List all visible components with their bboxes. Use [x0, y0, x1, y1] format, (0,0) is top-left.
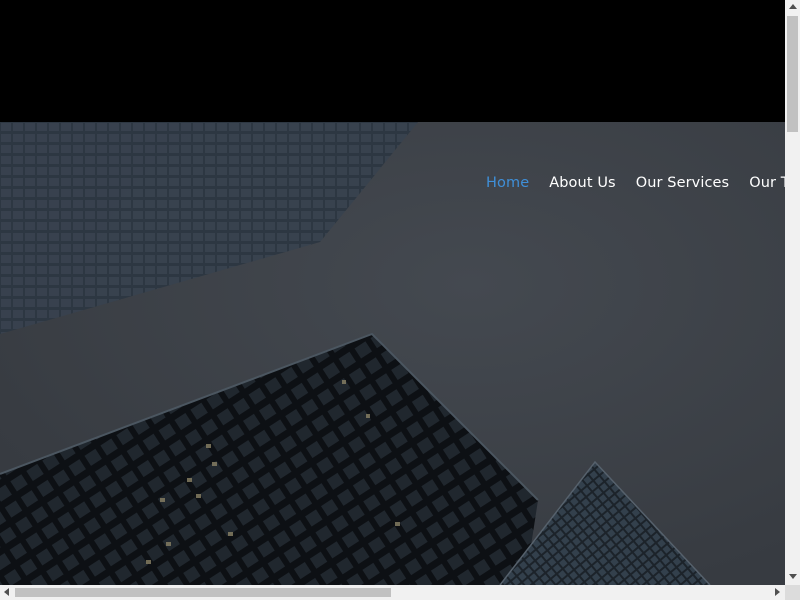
page-viewport: Home About Us Our Services Our Team: [0, 0, 785, 585]
nav-item-about-us[interactable]: About Us: [549, 175, 615, 191]
scroll-up-arrow-icon[interactable]: [789, 4, 797, 9]
horizontal-scrollbar[interactable]: [0, 585, 785, 600]
horizontal-scroll-thumb[interactable]: [15, 588, 391, 597]
scrollbar-corner: [785, 585, 800, 600]
nav-item-our-services[interactable]: Our Services: [636, 175, 730, 191]
scroll-left-arrow-icon[interactable]: [4, 588, 9, 596]
nav-item-home[interactable]: Home: [486, 175, 529, 191]
scroll-down-arrow-icon[interactable]: [789, 574, 797, 579]
scroll-right-arrow-icon[interactable]: [775, 588, 780, 596]
vertical-scroll-thumb[interactable]: [787, 16, 798, 132]
main-navigation: Home About Us Our Services Our Team: [486, 172, 785, 194]
nav-item-our-team[interactable]: Our Team: [749, 175, 785, 191]
top-black-band: [0, 0, 785, 122]
vertical-scrollbar[interactable]: [785, 0, 800, 585]
